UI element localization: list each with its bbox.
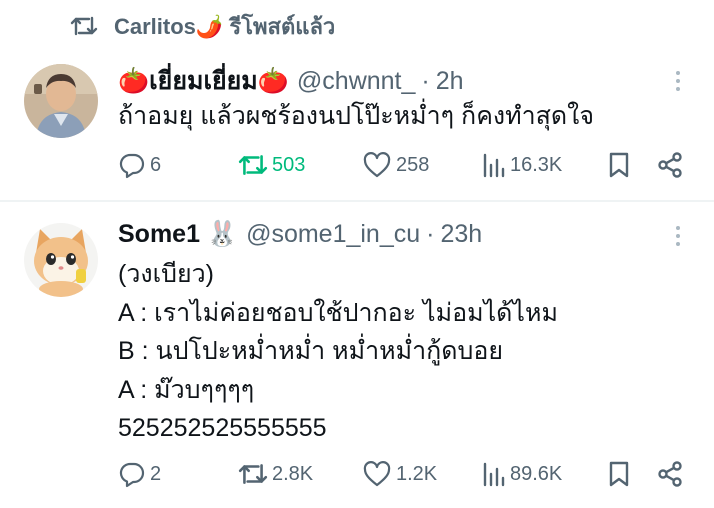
repost-button[interactable]: 503 bbox=[238, 150, 305, 180]
reply-count: 2 bbox=[150, 462, 162, 485]
share-icon bbox=[658, 152, 682, 178]
tweet-text-line: (วงเบียว) bbox=[118, 260, 214, 288]
views-icon bbox=[483, 153, 505, 178]
display-name[interactable]: Some1 🐰 bbox=[118, 220, 238, 249]
avatar[interactable] bbox=[24, 64, 98, 138]
like-count: 1.2K bbox=[396, 462, 438, 485]
share-button[interactable] bbox=[656, 459, 684, 489]
share-icon bbox=[658, 461, 682, 487]
tweet-header: 🍅เยี่ยมเยี่ยม🍅 @chwnnt_ · 2h bbox=[118, 64, 464, 98]
separator: · bbox=[421, 66, 430, 95]
action-bar: 2 2.8K 1.2K 89.6K bbox=[118, 459, 688, 489]
views-icon bbox=[483, 462, 505, 487]
view-count: 89.6K bbox=[510, 462, 563, 485]
reply-icon bbox=[119, 153, 145, 179]
tweet-divider bbox=[0, 200, 714, 202]
repost-banner: Carlitos🌶️ รีโพสต์แล้ว bbox=[68, 10, 335, 42]
repost-count: 503 bbox=[272, 153, 306, 176]
like-button[interactable]: 1.2K bbox=[362, 459, 437, 489]
more-options-icon[interactable] bbox=[668, 66, 688, 96]
bookmark-button[interactable] bbox=[608, 459, 630, 489]
repost-icon bbox=[238, 464, 268, 484]
user-handle[interactable]: @chwnnt_ bbox=[297, 67, 416, 96]
reply-button[interactable]: 2 bbox=[118, 459, 161, 489]
like-count: 258 bbox=[396, 153, 430, 176]
repost-banner-text[interactable]: Carlitos🌶️ รีโพสต์แล้ว bbox=[114, 9, 335, 44]
tweet-text: ถ้าอมยุ แล้วผชร้องนปโป๊ะหม่ำๆ ก็คงทำสุดใ… bbox=[118, 98, 594, 134]
repost-icon bbox=[238, 155, 268, 175]
views-button[interactable]: 89.6K bbox=[482, 459, 562, 489]
bookmark-icon bbox=[609, 152, 629, 178]
tweet-header: Some1 🐰 @some1_in_cu · 23h bbox=[118, 217, 482, 251]
heart-icon bbox=[363, 152, 391, 178]
reply-button[interactable]: 6 bbox=[118, 150, 161, 180]
more-options-icon[interactable] bbox=[668, 221, 688, 251]
repost-button[interactable]: 2.8K bbox=[238, 459, 313, 489]
repost-count: 2.8K bbox=[272, 462, 314, 485]
timestamp[interactable]: 2h bbox=[436, 67, 464, 96]
tweet-text-line: ถ้าอมยุ แล้วผชร้องนปโป๊ะหม่ำๆ ก็คงทำสุดใ… bbox=[118, 102, 594, 130]
share-button[interactable] bbox=[656, 150, 684, 180]
avatar[interactable] bbox=[24, 223, 98, 297]
tweet-text: (วงเบียว) A : เราไม่ค่อยชอบใช้ปากอะ ไม่อ… bbox=[118, 255, 558, 448]
bookmark-button[interactable] bbox=[608, 150, 630, 180]
reply-count: 6 bbox=[150, 153, 162, 176]
timestamp[interactable]: 23h bbox=[440, 220, 482, 249]
display-name[interactable]: 🍅เยี่ยมเยี่ยม🍅 bbox=[118, 61, 289, 101]
view-count: 16.3K bbox=[510, 153, 563, 176]
tweet[interactable]: 🍅เยี่ยมเยี่ยม🍅 @chwnnt_ · 2h ถ้าอมยุ แล้… bbox=[0, 54, 714, 200]
tweet-text-line: A : ม๊วบๆๆๆๆ bbox=[118, 375, 255, 404]
heart-icon bbox=[363, 461, 391, 487]
bookmark-icon bbox=[609, 461, 629, 487]
tweet-text-line: A : เราไม่ค่อยชอบใช้ปากอะ ไม่อมได้ไหม bbox=[118, 298, 558, 327]
reply-icon bbox=[119, 462, 145, 488]
views-button[interactable]: 16.3K bbox=[482, 150, 562, 180]
separator: · bbox=[426, 219, 435, 248]
user-handle[interactable]: @some1_in_cu bbox=[246, 220, 420, 249]
like-button[interactable]: 258 bbox=[362, 150, 429, 180]
tweet-text-line: B : นปโปะหม่ำหม่ำ หม่ำหม่ำกู้ดบอย bbox=[118, 337, 504, 365]
repost-icon bbox=[68, 10, 100, 42]
tweet-text-line: 525252525555555 bbox=[118, 414, 327, 442]
tweet[interactable]: Some1 🐰 @some1_in_cu · 23h (วงเบียว) A :… bbox=[0, 203, 714, 508]
action-bar: 6 503 258 16.3K bbox=[118, 150, 688, 180]
